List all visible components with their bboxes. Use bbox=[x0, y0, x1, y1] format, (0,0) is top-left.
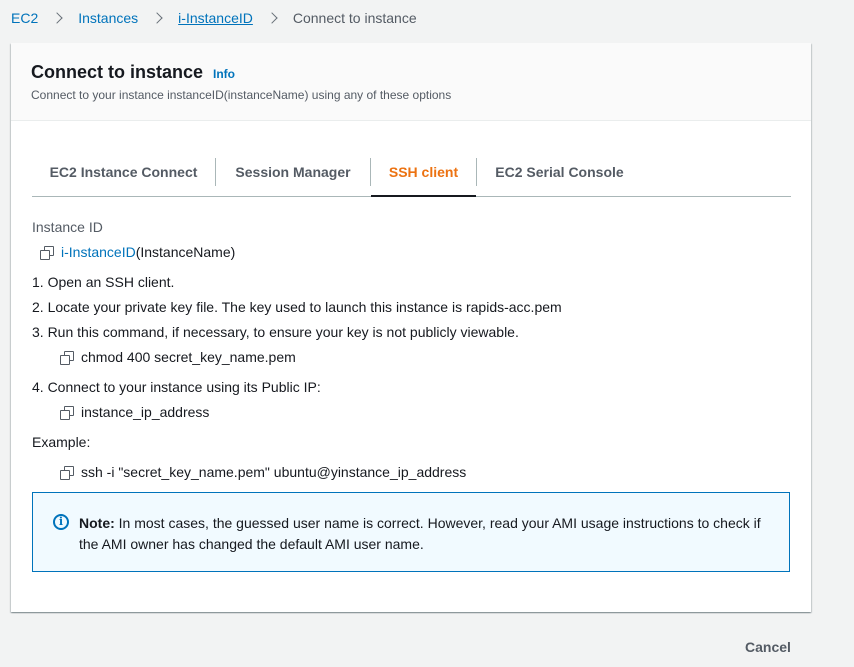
instance-id-label: Instance ID bbox=[32, 219, 103, 235]
step-2: 2. Locate your private key file. The key… bbox=[32, 299, 562, 315]
copy-icon[interactable] bbox=[60, 405, 74, 420]
tab-session-manager[interactable]: Session Manager bbox=[216, 148, 370, 196]
copy-icon[interactable] bbox=[60, 465, 74, 480]
breadcrumb-instances-link[interactable]: Instances bbox=[78, 10, 138, 26]
chevron-right-icon bbox=[266, 11, 280, 25]
page-title: Connect to instance bbox=[31, 62, 204, 82]
instance-name: (InstanceName) bbox=[135, 244, 236, 260]
tab-bar: EC2 Instance Connect Session Manager SSH… bbox=[32, 148, 791, 197]
copy-icon[interactable] bbox=[60, 350, 74, 365]
step-1: 1. Open an SSH client. bbox=[32, 274, 175, 290]
instance-id-row: i-InstanceID (InstanceName) bbox=[40, 244, 235, 260]
info-alert: i Note: In most cases, the guessed user … bbox=[32, 492, 790, 572]
ssh-command: ssh -i "secret_key_name.pem" ubuntu@yins… bbox=[81, 464, 467, 480]
panel-header: Connect to instance Info Connect to your… bbox=[11, 43, 811, 121]
info-link[interactable]: Info bbox=[213, 67, 235, 81]
alert-note-label: Note: bbox=[79, 515, 115, 531]
step-3: 3. Run this command, if necessary, to en… bbox=[32, 324, 519, 340]
info-circle-icon: i bbox=[53, 514, 69, 530]
tab-ec2-instance-connect[interactable]: EC2 Instance Connect bbox=[32, 148, 215, 196]
ip-address-row: instance_ip_address bbox=[60, 404, 209, 420]
tab-ec2-serial-console[interactable]: EC2 Serial Console bbox=[477, 148, 642, 196]
chevron-right-icon bbox=[151, 11, 165, 25]
breadcrumb: EC2 Instances i-InstanceID Connect to in… bbox=[11, 9, 417, 27]
copy-icon[interactable] bbox=[40, 245, 54, 260]
connect-panel: Connect to instance Info Connect to your… bbox=[11, 43, 811, 612]
ip-address-value: instance_ip_address bbox=[81, 404, 210, 420]
alert-text: Note: In most cases, the guessed user na… bbox=[79, 513, 779, 555]
chmod-command: chmod 400 secret_key_name.pem bbox=[81, 349, 296, 365]
breadcrumb-ec2-link[interactable]: EC2 bbox=[11, 10, 38, 26]
cancel-button[interactable]: Cancel bbox=[736, 636, 800, 658]
tab-ssh-client[interactable]: SSH client bbox=[371, 148, 476, 197]
step-4: 4. Connect to your instance using its Pu… bbox=[32, 379, 321, 395]
breadcrumb-instance-id-link[interactable]: i-InstanceID bbox=[178, 10, 253, 26]
instance-id-link[interactable]: i-InstanceID bbox=[61, 244, 136, 260]
chevron-right-icon bbox=[51, 11, 65, 25]
alert-message: In most cases, the guessed user name is … bbox=[79, 515, 761, 552]
chmod-command-row: chmod 400 secret_key_name.pem bbox=[60, 349, 296, 365]
example-label: Example: bbox=[32, 434, 91, 450]
page-subtitle: Connect to your instance instanceID(inst… bbox=[31, 88, 452, 102]
breadcrumb-current: Connect to instance bbox=[292, 10, 417, 26]
ssh-command-row: ssh -i "secret_key_name.pem" ubuntu@yins… bbox=[60, 464, 466, 480]
